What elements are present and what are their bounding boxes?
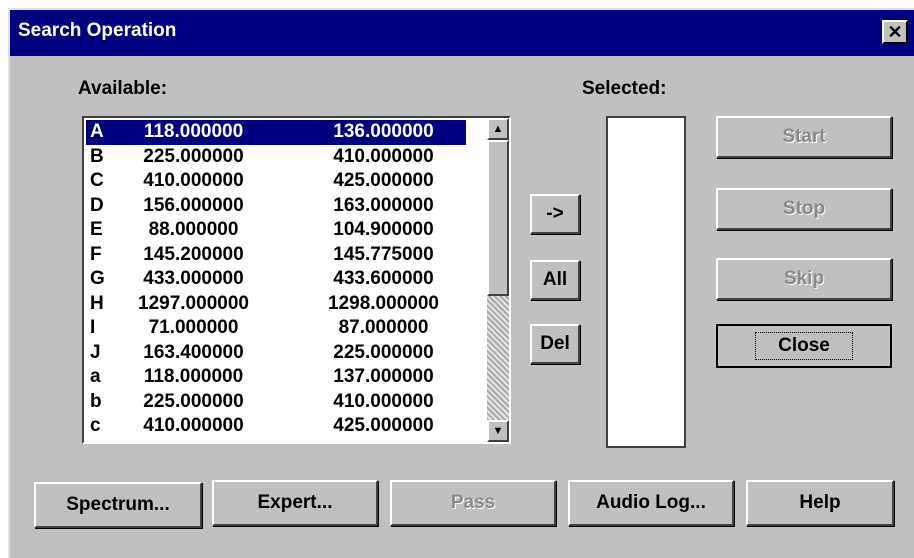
- available-listbox[interactable]: A 118.000000 136.000000 B 225.000000 410.0000…: [82, 116, 511, 444]
- band-low-freq: 156.000000: [143, 194, 244, 216]
- list-item[interactable]: a 118.000000 137.000000: [86, 365, 489, 390]
- list-scrollbar[interactable]: ▲ ▼: [487, 118, 509, 442]
- band-letter: A: [90, 121, 104, 142]
- close-button[interactable]: Close: [716, 324, 892, 368]
- band-high-freq: 163.000000: [333, 194, 434, 216]
- skip-button[interactable]: Skip: [716, 258, 892, 300]
- close-window-icon[interactable]: ✕: [882, 20, 908, 44]
- scroll-thumb[interactable]: [487, 140, 509, 296]
- band-low-freq: 71.000000: [148, 317, 239, 338]
- band-high-freq: 145.775000: [333, 243, 434, 265]
- stop-button[interactable]: Stop: [716, 188, 892, 230]
- band-letter: D: [90, 194, 104, 216]
- list-item[interactable]: b 225.000000 410.000000: [86, 390, 489, 415]
- list-item[interactable]: C 410.000000 425.000000: [86, 169, 489, 194]
- band-high-freq: 136.000000: [333, 121, 434, 142]
- band-letter: E: [90, 219, 103, 240]
- help-button[interactable]: Help: [746, 480, 894, 526]
- band-letter: H: [90, 292, 104, 314]
- list-item[interactable]: E 88.000000 104.900000: [86, 218, 489, 243]
- list-item[interactable]: H 1297.000000 1298.000000: [86, 292, 489, 317]
- band-high-freq: 1298.000000: [328, 292, 439, 314]
- band-low-freq: 433.000000: [143, 268, 244, 289]
- selected-label: Selected:: [582, 78, 667, 99]
- list-item[interactable]: c 410.000000 425.000000: [86, 414, 489, 439]
- available-label: Available:: [78, 78, 168, 99]
- add-button[interactable]: ->: [530, 194, 580, 234]
- band-low-freq: 88.000000: [148, 219, 239, 240]
- audio-log-button[interactable]: Audio Log...: [568, 480, 734, 526]
- search-operation-dialog: Search Operation ✕ Available: Selected: …: [8, 8, 914, 558]
- band-low-freq: 1297.000000: [138, 292, 249, 314]
- band-low-freq: 145.200000: [143, 243, 244, 265]
- band-high-freq: 137.000000: [333, 366, 434, 387]
- add-all-button[interactable]: All: [530, 260, 580, 300]
- band-letter: C: [90, 170, 104, 191]
- list-item[interactable]: A 118.000000 136.000000: [86, 120, 466, 145]
- band-letter: J: [90, 341, 101, 363]
- band-letter: a: [90, 366, 101, 387]
- band-high-freq: 425.000000: [333, 415, 434, 436]
- expert-button[interactable]: Expert...: [212, 480, 378, 526]
- band-letter: B: [90, 145, 104, 167]
- list-item[interactable]: F 145.200000 145.775000: [86, 243, 489, 268]
- selected-listbox[interactable]: [606, 116, 686, 448]
- band-low-freq: 118.000000: [143, 121, 244, 142]
- window-title: Search Operation: [18, 20, 177, 41]
- band-high-freq: 433.600000: [333, 268, 434, 289]
- band-low-freq: 163.400000: [143, 341, 244, 363]
- scroll-down-icon[interactable]: ▼: [487, 420, 509, 442]
- pass-button[interactable]: Pass: [390, 480, 556, 526]
- list-item[interactable]: I 71.000000 87.000000: [86, 316, 489, 341]
- start-button[interactable]: Start: [716, 116, 892, 158]
- spectrum-button[interactable]: Spectrum...: [34, 482, 202, 528]
- band-high-freq: 87.000000: [338, 317, 429, 338]
- band-high-freq: 225.000000: [333, 341, 434, 363]
- band-high-freq: 425.000000: [333, 170, 434, 191]
- band-letter: I: [90, 317, 96, 338]
- list-item[interactable]: G 433.000000 433.600000: [86, 267, 489, 292]
- band-low-freq: 225.000000: [143, 145, 244, 167]
- band-letter: c: [90, 415, 101, 436]
- list-item[interactable]: J 163.400000 225.000000: [86, 341, 489, 366]
- scroll-up-icon[interactable]: ▲: [487, 118, 509, 140]
- band-high-freq: 104.900000: [333, 219, 434, 240]
- list-item[interactable]: D 156.000000 163.000000: [86, 194, 489, 219]
- band-letter: F: [90, 243, 102, 265]
- title-bar[interactable]: Search Operation ✕: [10, 10, 914, 56]
- band-letter: G: [90, 268, 105, 289]
- band-low-freq: 410.000000: [143, 170, 244, 191]
- band-low-freq: 118.000000: [143, 366, 244, 387]
- band-low-freq: 410.000000: [143, 415, 244, 436]
- close-button-label: Close: [755, 332, 853, 360]
- band-high-freq: 410.000000: [333, 390, 434, 412]
- band-low-freq: 225.000000: [143, 390, 244, 412]
- scroll-track[interactable]: [487, 296, 509, 420]
- available-list-rows: A 118.000000 136.000000 B 225.000000 410.0000…: [86, 120, 489, 440]
- list-item[interactable]: B 225.000000 410.000000: [86, 145, 489, 170]
- band-high-freq: 410.000000: [333, 145, 434, 167]
- band-letter: b: [90, 390, 102, 412]
- delete-button[interactable]: Del: [530, 324, 580, 364]
